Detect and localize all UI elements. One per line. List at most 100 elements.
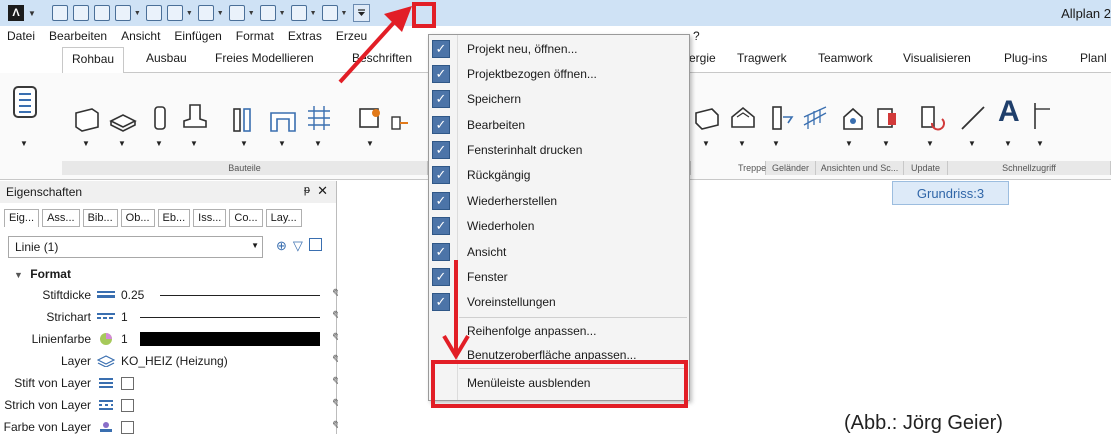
tab-connect[interactable]: Co... — [229, 209, 263, 227]
pin-icon[interactable]: ᵽ — [304, 184, 310, 196]
menu-format[interactable]: Format — [229, 29, 281, 43]
viewport-label[interactable]: Grundriss:3 — [892, 181, 1009, 205]
chevron-down-icon[interactable]: ▼ — [926, 139, 934, 148]
tab-visualisieren[interactable]: Visualisieren — [903, 51, 971, 65]
zoom-icon[interactable]: ⊕ — [276, 238, 287, 254]
view-icon[interactable] — [259, 5, 276, 21]
chevron-down-icon[interactable]: ▼ — [279, 10, 286, 17]
repeat-icon[interactable] — [228, 5, 245, 21]
chevron-down-icon[interactable]: ▼ — [248, 10, 255, 17]
app-menu-chevron-icon[interactable]: ▼ — [28, 9, 36, 18]
chevron-down-icon[interactable]: ▼ — [155, 139, 163, 148]
menu-extras[interactable]: Extras — [281, 29, 329, 43]
tab-teamwork[interactable]: Teamwork — [818, 51, 873, 65]
menu-bearbeiten[interactable]: Bearbeiten — [42, 29, 114, 43]
tab-bibliothek[interactable]: Bib... — [82, 209, 118, 227]
tab-assistenten[interactable]: Ass... — [42, 209, 80, 227]
menu-ansicht[interactable]: Ansicht — [114, 29, 167, 43]
column-icon[interactable] — [145, 103, 175, 133]
tab-plug-ins[interactable]: Plug-ins — [1004, 51, 1047, 65]
chevron-down-icon[interactable]: ▼ — [1004, 139, 1012, 148]
customize-qat-button[interactable] — [353, 4, 371, 22]
tab-rohbau[interactable]: Rohbau — [62, 47, 125, 74]
property-value[interactable]: KO_HEIZ (Heizung) — [121, 354, 228, 368]
new-project-icon[interactable] — [51, 5, 68, 21]
tab-eigenschaften[interactable]: Eig... — [4, 209, 40, 227]
chevron-down-icon[interactable]: ▼ — [882, 139, 890, 148]
line-from-layer-checkbox[interactable] — [121, 399, 134, 412]
chevron-down-icon[interactable]: ▼ — [190, 139, 198, 148]
property-value[interactable]: 1 — [121, 332, 128, 346]
stair-icon[interactable] — [692, 103, 722, 133]
color-from-layer-checkbox[interactable] — [121, 421, 134, 434]
tab-tragwerk[interactable]: Tragwerk — [737, 51, 787, 65]
tab-objekte[interactable]: Ob... — [120, 209, 155, 227]
chevron-down-icon[interactable]: ▼ — [738, 139, 746, 148]
menu-item-voreinstellungen[interactable]: ✓ Voreinstellungen — [429, 290, 689, 315]
chevron-down-icon[interactable]: ▼ — [968, 139, 976, 148]
format-section-header[interactable]: ▼ Format — [14, 267, 71, 281]
chevron-down-icon[interactable]: ▼ — [186, 10, 193, 17]
menu-item-projekt-neu[interactable]: ✓ Projekt neu, öffnen... — [429, 37, 689, 62]
property-value[interactable]: 0.25 — [121, 288, 144, 302]
railing-icon[interactable] — [800, 103, 830, 133]
project-open-icon[interactable] — [72, 5, 89, 21]
annotation-icon[interactable] — [388, 107, 412, 133]
menu-help[interactable]: ? — [693, 29, 700, 43]
undo-icon[interactable] — [166, 5, 183, 21]
chevron-down-icon[interactable]: ▼ — [366, 139, 374, 148]
menu-item-reihenfolge[interactable]: Reihenfolge anpassen... — [429, 319, 689, 344]
chevron-down-icon[interactable]: ▼ — [314, 139, 322, 148]
line-icon[interactable] — [958, 103, 988, 133]
menu-item-fenster[interactable]: ✓ Fenster — [429, 265, 689, 290]
tab-layer[interactable]: Lay... — [265, 209, 302, 227]
stair-flight-icon[interactable] — [766, 103, 796, 133]
section-icon[interactable] — [872, 103, 902, 133]
project-building-icon[interactable] — [12, 85, 38, 119]
chevron-down-icon[interactable]: ▼ — [134, 10, 141, 17]
collapse-icon[interactable]: ▼ — [14, 270, 23, 280]
select-checkbox[interactable] — [308, 238, 322, 251]
menu-item-rueckgaengig[interactable]: ✓ Rückgängig — [429, 163, 689, 188]
settings-tools-icon[interactable] — [321, 5, 338, 21]
chevron-down-icon[interactable]: ▼ — [845, 139, 853, 148]
app-logo-icon[interactable]: Λ — [8, 5, 24, 21]
house-view-icon[interactable] — [838, 103, 868, 133]
opening-icon[interactable] — [230, 105, 260, 135]
chevron-down-icon[interactable]: ▼ — [82, 139, 90, 148]
tab-beschriften[interactable]: Beschriften — [352, 51, 412, 65]
grid-icon[interactable] — [304, 103, 334, 133]
print-icon[interactable] — [145, 5, 162, 21]
pen-from-layer-checkbox[interactable] — [121, 377, 134, 390]
chevron-down-icon[interactable]: ▼ — [702, 139, 710, 148]
save-icon[interactable] — [93, 5, 110, 21]
menu-item-wiederherstellen[interactable]: ✓ Wiederherstellen — [429, 189, 689, 214]
chevron-down-icon[interactable]: ▼ — [278, 139, 286, 148]
chevron-down-icon[interactable]: ▼ — [341, 10, 348, 17]
menu-item-bearbeiten[interactable]: ✓ Bearbeiten — [429, 113, 689, 138]
lintel-icon[interactable] — [268, 107, 298, 137]
chevron-down-icon[interactable]: ▼ — [772, 139, 780, 148]
wall-icon[interactable] — [72, 103, 102, 133]
chevron-down-icon[interactable]: ▼ — [217, 10, 224, 17]
tab-energie[interactable]: ergie — [689, 51, 716, 65]
property-value[interactable]: 1 — [121, 310, 128, 324]
text-icon[interactable]: A — [998, 95, 1020, 129]
menu-item-wiederholen[interactable]: ✓ Wiederholen — [429, 214, 689, 239]
chevron-down-icon[interactable]: ▼ — [240, 139, 248, 148]
edit-icon[interactable] — [114, 5, 131, 21]
menu-erzeugen[interactable]: Erzeu — [329, 29, 374, 43]
update-icon[interactable] — [916, 103, 946, 133]
redo-icon[interactable] — [197, 5, 214, 21]
tab-ebenen[interactable]: Eb... — [157, 209, 191, 227]
dimension-icon[interactable] — [1032, 101, 1052, 131]
menu-einfuegen[interactable]: Einfügen — [167, 29, 228, 43]
chevron-down-icon[interactable]: ▼ — [20, 139, 28, 148]
chevron-down-icon[interactable]: ▼ — [310, 10, 317, 17]
menu-item-ansicht[interactable]: ✓ Ansicht — [429, 240, 689, 265]
tab-issues[interactable]: Iss... — [193, 209, 227, 227]
menu-item-projektbezogen[interactable]: ✓ Projektbezogen öffnen... — [429, 62, 689, 87]
menu-item-speichern[interactable]: ✓ Speichern — [429, 87, 689, 112]
close-icon[interactable]: ✕ — [317, 183, 328, 199]
filter-icon[interactable]: ▽ — [293, 238, 303, 254]
